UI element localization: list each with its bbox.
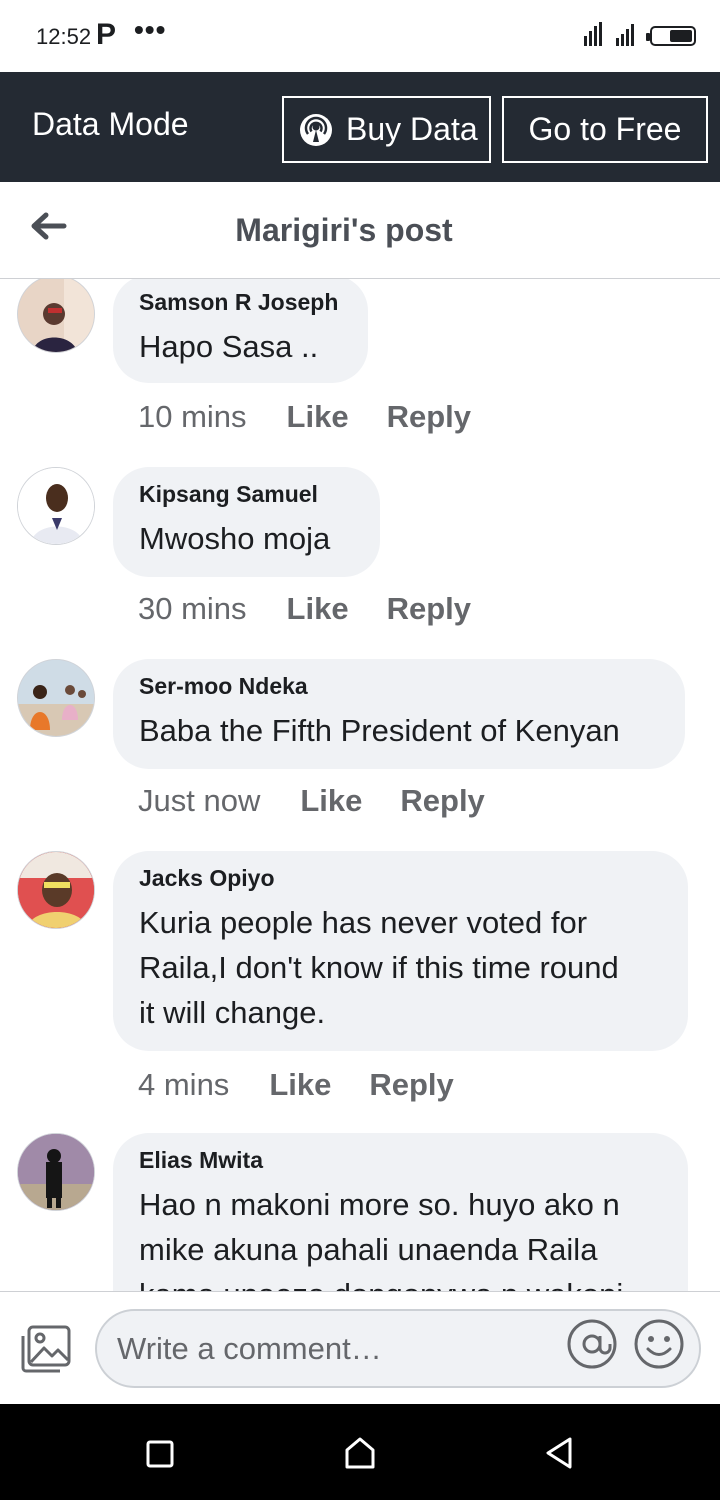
comment-actions: 30 mins Like Reply: [138, 591, 471, 627]
go-to-free-label: Go to Free: [528, 111, 682, 147]
buy-data-button[interactable]: Buy Data: [282, 96, 491, 163]
comment-time[interactable]: 10 mins: [138, 399, 247, 435]
avatar[interactable]: [17, 1133, 95, 1211]
comment-actions: Just now Like Reply: [138, 783, 485, 819]
comment-text-line: Hao n makoni more so. huyo ako n: [139, 1187, 620, 1222]
status-time: 12:52: [36, 24, 92, 49]
comment-text-line: it will change.: [139, 995, 326, 1030]
avatar[interactable]: [17, 279, 95, 353]
comment-bubble[interactable]: Elias Mwita Hao n makoni more so. huyo a…: [113, 1133, 688, 1291]
comment-time[interactable]: 30 mins: [138, 591, 247, 627]
avatar[interactable]: [17, 659, 95, 737]
emoji-icon[interactable]: [633, 1318, 685, 1370]
comment-text: Kuria people has never voted for Raila,I…: [139, 900, 662, 1035]
buy-data-label: Buy Data: [346, 111, 478, 147]
reply-button[interactable]: Reply: [387, 399, 471, 435]
comment-author[interactable]: Ser-moo Ndeka: [139, 673, 659, 700]
system-nav-bar: [0, 1404, 720, 1500]
comment-text: Hapo Sasa ..: [139, 329, 319, 364]
broadcast-icon: [300, 113, 332, 146]
app-notification-icon: P: [96, 18, 117, 51]
post-header: Marigiri's post: [0, 182, 720, 279]
at-icon[interactable]: [566, 1318, 618, 1370]
comment-author[interactable]: Jacks Opiyo: [139, 865, 662, 892]
home-icon[interactable]: [344, 1436, 376, 1470]
comment-time[interactable]: 4 mins: [138, 1067, 229, 1103]
comment-text: Mwosho moja: [139, 521, 331, 556]
comment-bubble[interactable]: Ser-moo Ndeka Baba the Fifth President o…: [113, 659, 685, 769]
data-mode-bar: Data Mode Buy Data Go to Free: [0, 72, 720, 182]
comment-time[interactable]: Just now: [138, 783, 260, 819]
comment-bubble[interactable]: Kipsang Samuel Mwosho moja: [113, 467, 380, 577]
avatar[interactable]: [17, 851, 95, 929]
like-button[interactable]: Like: [269, 1067, 331, 1103]
comment-bubble[interactable]: Jacks Opiyo Kuria people has never voted…: [113, 851, 688, 1051]
comment-text-line: mike akuna pahali unaenda Raila: [139, 1232, 598, 1267]
comment-author[interactable]: Elias Mwita: [139, 1147, 662, 1174]
avatar[interactable]: [17, 467, 95, 545]
comment-text-line: Kuria people has never voted for: [139, 905, 588, 940]
comment-text-line: kama unaeza dongonywa n wakoni: [139, 1272, 662, 1291]
nav-back-icon[interactable]: [544, 1436, 574, 1470]
go-to-free-button[interactable]: Go to Free: [502, 96, 708, 163]
comment-composer: Write a comment…: [0, 1291, 720, 1404]
comment-text: Baba the Fifth President of Kenyan: [139, 713, 620, 748]
recent-apps-icon[interactable]: [146, 1440, 174, 1468]
comment-text-line: Raila,I don't know if this time round: [139, 950, 619, 985]
reply-button[interactable]: Reply: [400, 783, 484, 819]
comment-list[interactable]: Samson R Joseph Hapo Sasa .. 10 mins Lik…: [0, 279, 720, 1291]
more-notifications-icon: •••: [134, 14, 167, 45]
data-mode-label: Data Mode: [32, 106, 189, 142]
reply-button[interactable]: Reply: [387, 591, 471, 627]
page-title: Marigiri's post: [235, 212, 453, 248]
status-bar: 12:52 P •••: [0, 0, 720, 72]
reply-button[interactable]: Reply: [369, 1067, 453, 1103]
photo-icon[interactable]: [20, 1324, 72, 1374]
battery-icon: [646, 26, 696, 46]
like-button[interactable]: Like: [300, 783, 362, 819]
comment-author[interactable]: Kipsang Samuel: [139, 481, 354, 508]
comment-actions: 10 mins Like Reply: [138, 399, 471, 435]
like-button[interactable]: Like: [287, 399, 349, 435]
comment-author[interactable]: Samson R Joseph: [139, 289, 342, 316]
comment-bubble[interactable]: Samson R Joseph Hapo Sasa ..: [113, 279, 368, 383]
signal-icon: [584, 22, 634, 46]
comment-text: Hao n makoni more so. huyo ako n mike ak…: [139, 1182, 662, 1291]
like-button[interactable]: Like: [287, 591, 349, 627]
comment-actions: 4 mins Like Reply: [138, 1067, 454, 1103]
